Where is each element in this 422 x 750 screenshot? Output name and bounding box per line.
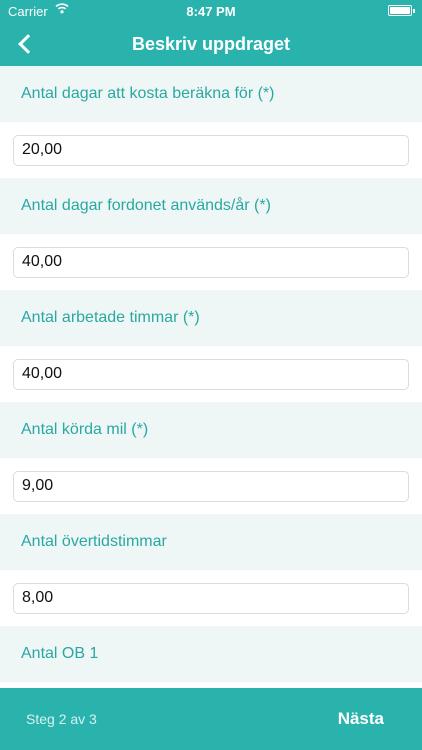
footer-bar: Steg 2 av 3 Nästa bbox=[0, 688, 422, 750]
field-row-worked-hours bbox=[0, 346, 422, 402]
field-label-text: Antal övertidstimmar bbox=[21, 533, 167, 550]
field-row-overtime-hours bbox=[0, 570, 422, 626]
next-button[interactable]: Nästa bbox=[338, 709, 384, 729]
status-time: 8:47 PM bbox=[186, 4, 236, 19]
field-label-text: Antal dagar att kosta beräkna för (*) bbox=[21, 85, 275, 102]
days-to-calculate-input[interactable] bbox=[13, 134, 409, 166]
driven-miles-input[interactable] bbox=[13, 470, 409, 502]
status-bar: Carrier 8:47 PM bbox=[0, 0, 422, 22]
field-label-text: Antal dagar fordonet används/år (*) bbox=[21, 197, 271, 214]
field-label-driven-miles: Antal körda mil (*) bbox=[0, 402, 422, 458]
field-label-text: Antal OB 1 bbox=[21, 645, 99, 662]
field-label-overtime-hours: Antal övertidstimmar bbox=[0, 514, 422, 570]
vehicle-days-per-year-input[interactable] bbox=[13, 246, 409, 278]
page-title: Beskriv uppdraget bbox=[131, 34, 291, 54]
field-label-text: Antal arbetade timmar (*) bbox=[21, 309, 200, 326]
field-label-vehicle-days-per-year: Antal dagar fordonet används/år (*) bbox=[0, 178, 422, 234]
field-label-ob-1: Antal OB 1 bbox=[0, 626, 422, 682]
overtime-hours-input[interactable] bbox=[13, 582, 409, 614]
field-row-vehicle-days-per-year bbox=[0, 234, 422, 290]
form: Antal dagar att kosta beräkna för (*) An… bbox=[0, 66, 422, 682]
worked-hours-input[interactable] bbox=[13, 358, 409, 390]
battery-icon bbox=[388, 5, 415, 16]
field-label-text: Antal körda mil (*) bbox=[21, 421, 149, 438]
navigation-bar: Beskriv uppdraget bbox=[0, 22, 422, 66]
field-row-driven-miles bbox=[0, 458, 422, 514]
top-bar: Carrier 8:47 PM Beskriv uppdraget bbox=[0, 0, 422, 66]
field-label-days-to-calculate: Antal dagar att kosta beräkna för (*) bbox=[0, 66, 422, 122]
step-indicator: Steg 2 av 3 bbox=[26, 711, 97, 727]
field-label-worked-hours: Antal arbetade timmar (*) bbox=[0, 290, 422, 346]
field-row-days-to-calculate bbox=[0, 122, 422, 178]
